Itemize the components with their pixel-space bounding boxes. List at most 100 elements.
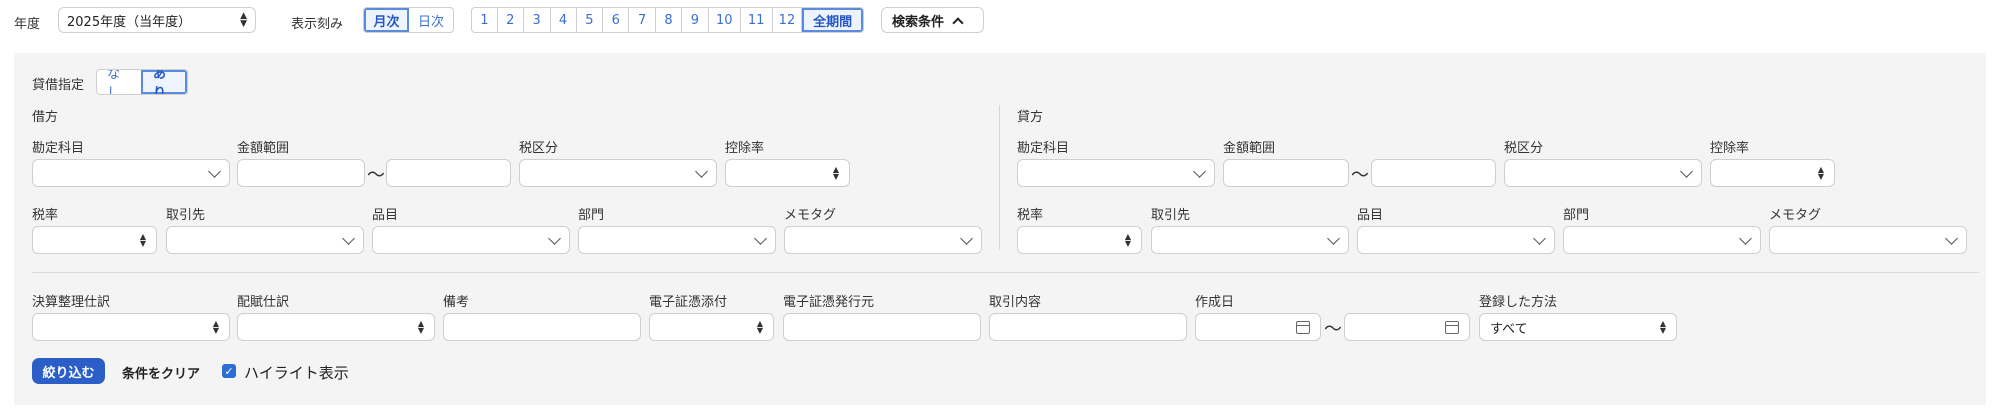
credit-tax-category-select[interactable] bbox=[1504, 159, 1702, 187]
chevron-down-icon bbox=[342, 231, 355, 245]
debit-item-select[interactable] bbox=[372, 226, 570, 254]
updown-icon: ▲ ▼ bbox=[212, 319, 219, 335]
debit-amount-tilde: 〜 bbox=[367, 165, 385, 186]
credit-tax-category-label: 税区分 bbox=[1504, 141, 1544, 156]
debit-credit-label: 貸借指定 bbox=[32, 78, 85, 93]
created-date-from-input[interactable] bbox=[1195, 313, 1321, 341]
registration-method-select[interactable]: すべて ▲ ▼ bbox=[1479, 313, 1677, 341]
allocation-entry-select[interactable]: ▲ ▼ bbox=[237, 313, 435, 341]
month-2[interactable]: 2 bbox=[498, 8, 524, 32]
created-date-to-input[interactable] bbox=[1344, 313, 1470, 341]
chevron-down-icon bbox=[1193, 164, 1206, 178]
updown-icon: ▲ ▼ bbox=[1659, 319, 1666, 335]
month-10[interactable]: 10 bbox=[709, 8, 741, 32]
credit-item-select[interactable] bbox=[1357, 226, 1555, 254]
credit-deduction-rate-select[interactable]: ▲ ▼ bbox=[1710, 159, 1835, 187]
month-7[interactable]: 7 bbox=[629, 8, 657, 32]
debit-department-select[interactable] bbox=[578, 226, 776, 254]
highlight-checkbox[interactable]: ✓ bbox=[222, 364, 236, 378]
month-all-period[interactable]: 全期間 bbox=[802, 8, 863, 32]
credit-amount-tilde: 〜 bbox=[1351, 165, 1369, 186]
credit-department-label: 部門 bbox=[1563, 208, 1590, 223]
debit-amount-range-label: 金額範囲 bbox=[237, 141, 290, 156]
interval-toggle: 月次 日次 bbox=[363, 7, 454, 33]
debit-heading: 借方 bbox=[32, 110, 59, 125]
credit-department-select[interactable] bbox=[1563, 226, 1761, 254]
closing-entry-select[interactable]: ▲ ▼ bbox=[32, 313, 230, 341]
debit-tax-rate-select[interactable]: ▲ ▼ bbox=[32, 226, 157, 254]
year-select[interactable]: 2025年度（当年度） ▲ ▼ bbox=[58, 7, 256, 33]
debit-amount-max-input[interactable] bbox=[386, 159, 511, 187]
debit-memo-tag-select[interactable] bbox=[784, 226, 982, 254]
credit-heading: 貸方 bbox=[1017, 110, 1044, 125]
filter-panel: 貸借指定 なし あり 借方 勘定科目 金額範囲 〜 税区分 控除率 ▲ ▼ 税率 … bbox=[14, 53, 1986, 405]
debit-tax-category-label: 税区分 bbox=[519, 141, 559, 156]
interval-label: 表示刻み bbox=[291, 17, 344, 32]
debit-account-select[interactable] bbox=[32, 159, 230, 187]
month-9[interactable]: 9 bbox=[682, 8, 709, 32]
chevron-down-icon bbox=[1327, 231, 1340, 245]
year-label: 年度 bbox=[14, 17, 41, 32]
month-12[interactable]: 12 bbox=[773, 8, 803, 32]
credit-amount-range-label: 金額範囲 bbox=[1223, 141, 1276, 156]
debit-department-label: 部門 bbox=[578, 208, 605, 223]
debit-partner-select[interactable] bbox=[166, 226, 364, 254]
e-doc-issuer-input[interactable] bbox=[783, 313, 981, 341]
updown-icon: ▲ ▼ bbox=[1124, 232, 1131, 248]
updown-icon: ▲ ▼ bbox=[139, 232, 146, 248]
clear-conditions-button[interactable]: 条件をクリア bbox=[122, 363, 200, 382]
debit-tax-category-select[interactable] bbox=[519, 159, 717, 187]
created-date-label: 作成日 bbox=[1195, 295, 1235, 310]
chevron-down-icon bbox=[548, 231, 561, 245]
chevron-down-icon bbox=[1533, 231, 1546, 245]
debit-item-label: 品目 bbox=[372, 208, 399, 223]
credit-memo-tag-select[interactable] bbox=[1769, 226, 1967, 254]
interval-option-monthly[interactable]: 月次 bbox=[364, 8, 410, 32]
debit-memo-tag-label: メモタグ bbox=[784, 208, 837, 223]
debit-deduction-rate-select[interactable]: ▲ ▼ bbox=[725, 159, 850, 187]
interval-option-daily[interactable]: 日次 bbox=[409, 8, 453, 32]
chevron-down-icon bbox=[1945, 231, 1958, 245]
debit-credit-yes[interactable]: あり bbox=[141, 70, 187, 94]
updown-icon: ▲ ▼ bbox=[417, 319, 424, 335]
debit-credit-none[interactable]: なし bbox=[97, 70, 141, 94]
updown-icon: ▲ ▼ bbox=[832, 165, 839, 181]
remarks-input[interactable] bbox=[443, 313, 641, 341]
remarks-label: 備考 bbox=[443, 295, 470, 310]
chevron-down-icon bbox=[208, 164, 221, 178]
credit-amount-max-input[interactable] bbox=[1371, 159, 1496, 187]
allocation-entry-label: 配賦仕訳 bbox=[237, 295, 290, 310]
chevron-down-icon bbox=[960, 231, 973, 245]
credit-partner-label: 取引先 bbox=[1151, 208, 1191, 223]
updown-icon: ▲ ▼ bbox=[240, 11, 247, 29]
credit-account-select[interactable] bbox=[1017, 159, 1215, 187]
search-conditions-label: 検索条件 bbox=[892, 14, 945, 30]
month-11[interactable]: 11 bbox=[741, 8, 773, 32]
month-6[interactable]: 6 bbox=[603, 8, 630, 32]
calendar-icon[interactable] bbox=[1445, 320, 1459, 334]
month-1[interactable]: 1 bbox=[472, 8, 498, 32]
month-3[interactable]: 3 bbox=[524, 8, 551, 32]
debit-partner-label: 取引先 bbox=[166, 208, 206, 223]
credit-tax-rate-select[interactable]: ▲ ▼ bbox=[1017, 226, 1142, 254]
search-conditions-button[interactable]: 検索条件 bbox=[881, 7, 984, 33]
chevron-down-icon bbox=[695, 164, 708, 178]
e-doc-issuer-label: 電子証憑発行元 bbox=[783, 295, 875, 310]
e-doc-attached-select[interactable]: ▲ ▼ bbox=[649, 313, 774, 341]
credit-partner-select[interactable] bbox=[1151, 226, 1349, 254]
registration-method-label: 登録した方法 bbox=[1479, 295, 1558, 310]
month-8[interactable]: 8 bbox=[656, 8, 682, 32]
credit-amount-min-input[interactable] bbox=[1223, 159, 1349, 187]
e-doc-attached-label: 電子証憑添付 bbox=[649, 295, 728, 310]
debit-account-label: 勘定科目 bbox=[32, 141, 85, 156]
chevron-down-icon bbox=[754, 231, 767, 245]
filter-button[interactable]: 絞り込む bbox=[32, 358, 105, 384]
month-selector: 1 2 3 4 5 6 7 8 9 10 11 12 全期間 bbox=[471, 7, 864, 33]
transaction-content-input[interactable] bbox=[989, 313, 1187, 341]
month-4[interactable]: 4 bbox=[551, 8, 577, 32]
debit-amount-min-input[interactable] bbox=[237, 159, 365, 187]
calendar-icon[interactable] bbox=[1296, 320, 1310, 334]
month-5[interactable]: 5 bbox=[577, 8, 604, 32]
highlight-label: ハイライト表示 bbox=[244, 364, 349, 382]
debit-tax-rate-label: 税率 bbox=[32, 208, 59, 223]
